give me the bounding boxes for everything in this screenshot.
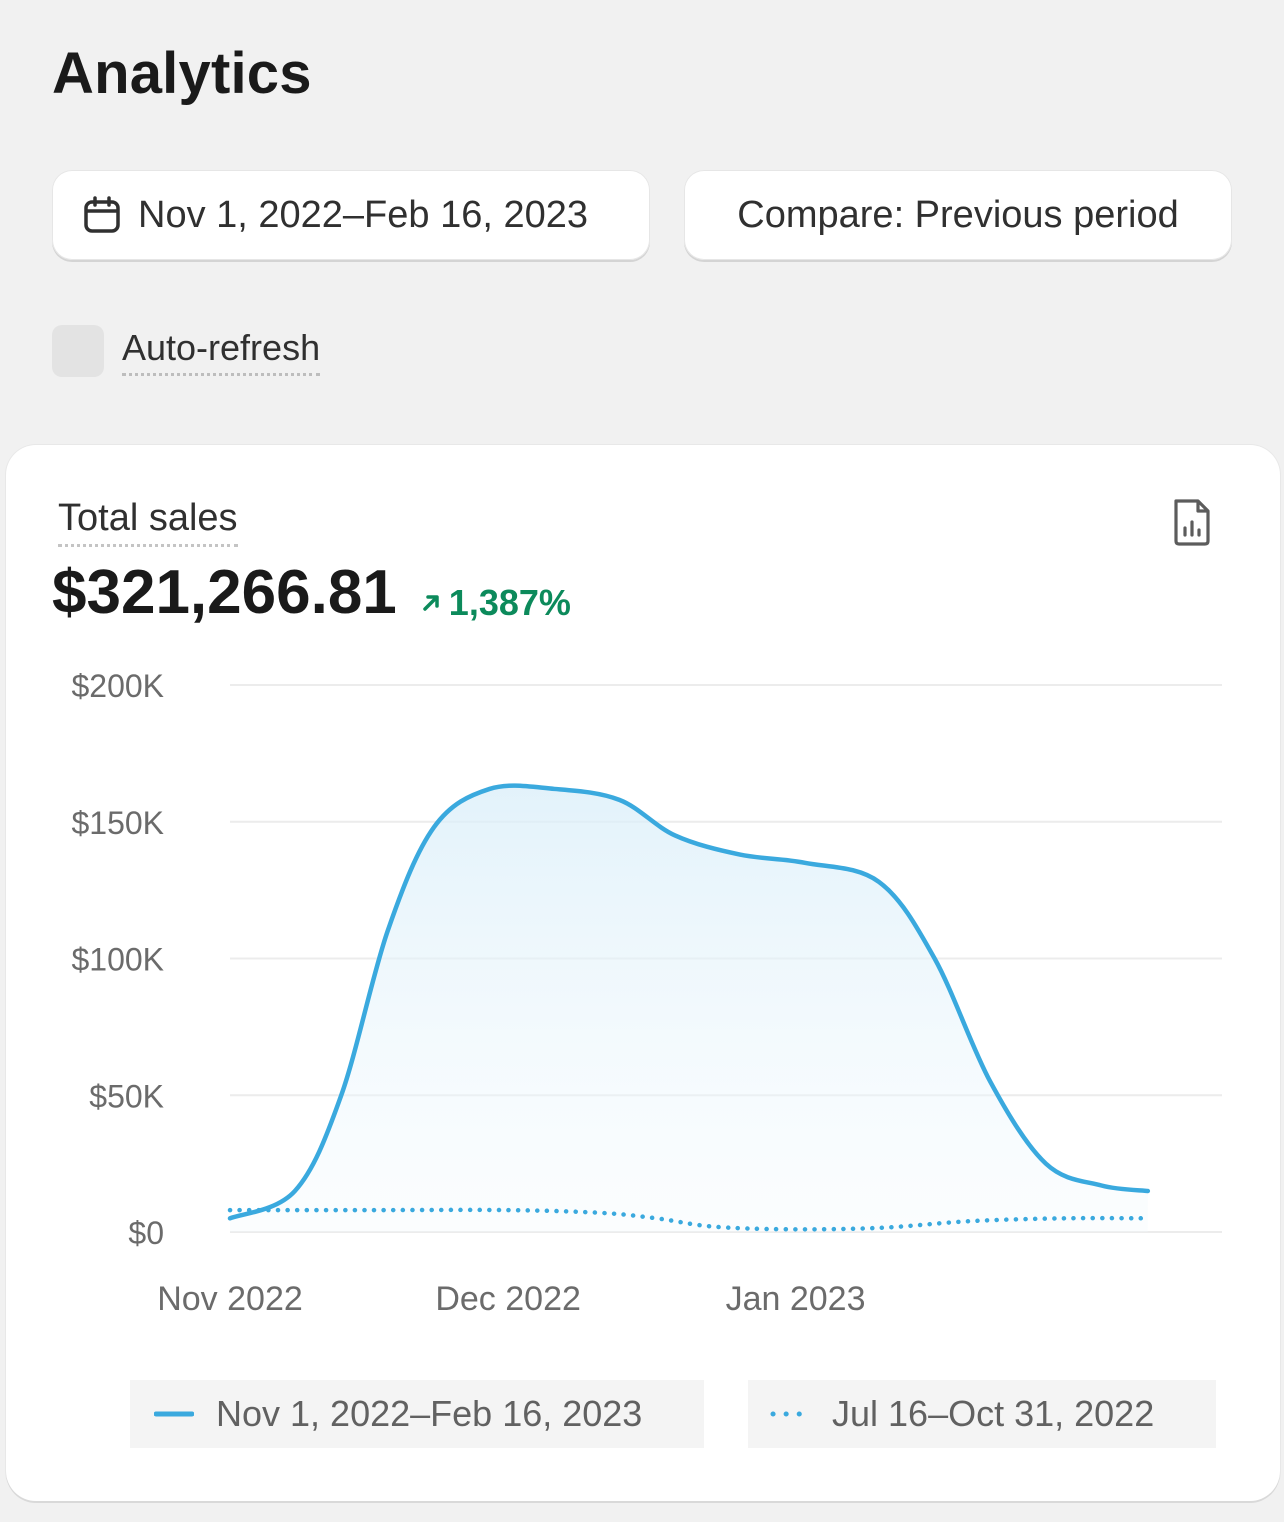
compare-button[interactable]: Compare: Previous period	[684, 170, 1232, 260]
date-range-label: Nov 1, 2022–Feb 16, 2023	[138, 193, 589, 236]
auto-refresh-checkbox[interactable]	[52, 325, 104, 377]
y-tick-label: $100K	[71, 942, 164, 978]
compare-label: Compare: Previous period	[737, 193, 1179, 236]
metric-change: 1,387%	[421, 582, 571, 624]
dotted-line-swatch-icon	[770, 1410, 810, 1418]
page-title: Analytics	[52, 41, 312, 106]
metric-title[interactable]: Total sales	[58, 497, 238, 547]
metric-value: $321,266.81	[52, 558, 397, 627]
arrow-up-right-icon	[421, 593, 441, 613]
solid-line-swatch-icon	[154, 1410, 194, 1418]
x-tick-label: Nov 2022	[157, 1280, 303, 1318]
y-tick-label: $200K	[71, 668, 164, 704]
date-range-button[interactable]: Nov 1, 2022–Feb 16, 2023	[52, 170, 650, 260]
metric-change-value: 1,387%	[448, 582, 571, 623]
x-tick-label: Jan 2023	[726, 1280, 866, 1318]
metric-summary: $321,266.81 1,387%	[52, 557, 571, 628]
export-report-icon[interactable]	[1170, 497, 1214, 547]
auto-refresh-toggle[interactable]: Auto-refresh	[52, 325, 321, 377]
y-tick-label: $50K	[89, 1078, 164, 1114]
auto-refresh-label: Auto-refresh	[122, 327, 321, 376]
legend-label-current: Nov 1, 2022–Feb 16, 2023	[216, 1393, 643, 1434]
y-tick-label: $150K	[71, 805, 164, 841]
calendar-icon	[82, 195, 122, 235]
x-tick-label: Dec 2022	[435, 1280, 581, 1318]
total-sales-card: $0 $50K $100K $150K $200K Nov 2022 Dec 2022 Jan…	[6, 445, 1280, 1501]
legend-item-comparison[interactable]: Jul 16–Oct 31, 2022	[748, 1380, 1216, 1448]
legend-label-comparison: Jul 16–Oct 31, 2022	[832, 1393, 1155, 1434]
legend-item-current[interactable]: Nov 1, 2022–Feb 16, 2023	[130, 1380, 704, 1448]
y-tick-label: $0	[128, 1215, 164, 1251]
